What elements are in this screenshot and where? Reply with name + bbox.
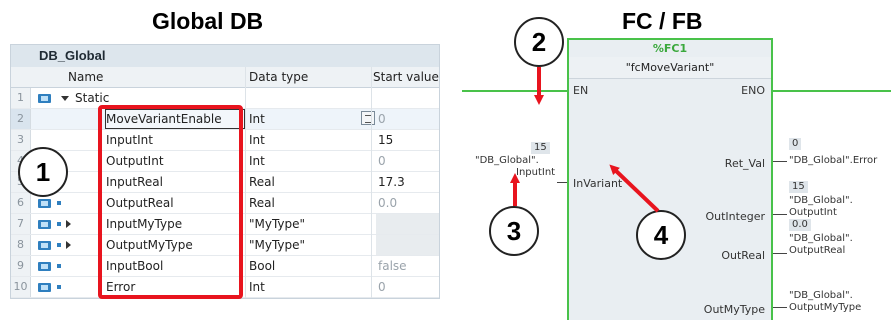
member-marker-icon <box>57 264 61 268</box>
db-table-header: Name Data type Start value <box>11 67 439 88</box>
row-number: 1 <box>11 88 31 108</box>
retval-monitor-value: 0 <box>789 138 802 150</box>
expand-icon[interactable] <box>66 220 71 228</box>
outinteger-monitor-value: 15 <box>789 181 808 193</box>
outinteger-wire <box>773 214 787 215</box>
input-monitor-value: 15 <box>531 142 550 154</box>
invariant-pin[interactable]: InVariant <box>573 177 622 190</box>
db-title: DB_Global <box>11 45 439 67</box>
block-name: "fcMoveVariant" <box>569 57 771 79</box>
callout-2: 2 <box>514 17 564 67</box>
member-type[interactable]: "MyType" <box>249 217 305 231</box>
row-number: 8 <box>11 235 31 255</box>
input-operand-member[interactable]: InputInt <box>516 167 555 178</box>
member-start-value[interactable]: 0 <box>378 280 386 294</box>
db-member-icon <box>38 94 51 103</box>
db-member-icon <box>38 220 51 229</box>
row-number: 2 <box>11 109 31 129</box>
outmytype-wire <box>773 307 787 308</box>
row-number: 6 <box>11 193 31 213</box>
member-start-value[interactable]: 0 <box>378 154 386 168</box>
member-marker-icon <box>57 285 61 289</box>
member-start-value[interactable]: 17.3 <box>378 175 405 189</box>
names-highlight-box <box>98 105 243 299</box>
member-start-value[interactable]: false <box>378 259 407 273</box>
member-type[interactable]: Bool <box>249 259 275 273</box>
outreal-operand-db[interactable]: "DB_Global". <box>789 233 853 244</box>
retval-pin[interactable]: Ret_Val <box>725 157 765 170</box>
input-wire <box>557 182 567 183</box>
db-member-icon <box>38 199 51 208</box>
member-marker-icon <box>57 201 61 205</box>
col-startvalue-header[interactable]: Start value <box>373 70 439 84</box>
row-number: 7 <box>11 214 31 234</box>
member-type[interactable]: Int <box>249 133 265 147</box>
row-number: 9 <box>11 256 31 276</box>
section-label: Static <box>75 91 110 105</box>
outmytype-pin[interactable]: OutMyType <box>704 303 765 316</box>
power-rail-left <box>462 90 567 92</box>
retval-wire <box>773 161 787 162</box>
empty-value-cell <box>376 214 439 234</box>
outreal-monitor-value: 0.0 <box>789 219 811 231</box>
member-type[interactable]: Real <box>249 196 275 210</box>
callout-1: 1 <box>18 147 68 197</box>
empty-value-cell <box>376 235 439 255</box>
column-divider[interactable] <box>371 67 372 298</box>
function-block[interactable]: %FC1 "fcMoveVariant" EN ENO InVariant Re… <box>567 38 773 320</box>
collapse-icon[interactable] <box>61 96 69 101</box>
member-type[interactable]: Int <box>249 112 265 126</box>
row-number: 3 <box>11 130 31 150</box>
col-datatype-header[interactable]: Data type <box>249 70 308 84</box>
db-member-icon <box>38 262 51 271</box>
outreal-pin[interactable]: OutReal <box>721 249 765 262</box>
member-type[interactable]: Int <box>249 154 265 168</box>
outmytype-operand-member[interactable]: OutputMyType <box>789 302 861 313</box>
block-number: %FC1 <box>652 42 688 55</box>
member-type[interactable]: Real <box>249 175 275 189</box>
type-list-icon[interactable] <box>361 111 375 125</box>
member-start-value[interactable]: 0.0 <box>378 196 397 210</box>
member-type[interactable]: "MyType" <box>249 238 305 252</box>
en-pin[interactable]: EN <box>573 84 588 97</box>
col-name-header[interactable]: Name <box>68 70 103 84</box>
outreal-operand-member[interactable]: OutputReal <box>789 245 845 256</box>
callout-3: 3 <box>489 206 539 256</box>
expand-icon[interactable] <box>66 241 71 249</box>
member-marker-icon <box>57 222 61 226</box>
fc-fb-heading: FC / FB <box>622 8 703 34</box>
global-db-heading: Global DB <box>152 8 264 34</box>
db-member-icon <box>38 241 51 250</box>
outinteger-operand-member[interactable]: OutputInt <box>789 207 837 218</box>
member-marker-icon <box>57 243 61 247</box>
member-type[interactable]: Int <box>249 280 265 294</box>
eno-pin[interactable]: ENO <box>741 84 765 97</box>
retval-operand[interactable]: "DB_Global".Error <box>789 155 877 166</box>
outreal-wire <box>773 253 787 254</box>
input-operand-db[interactable]: "DB_Global". <box>475 155 539 166</box>
member-start-value[interactable]: 0 <box>378 112 386 126</box>
outmytype-operand-db[interactable]: "DB_Global". <box>789 290 853 301</box>
db-member-icon <box>38 283 51 292</box>
outinteger-operand-db[interactable]: "DB_Global". <box>789 195 853 206</box>
row-number: 10 <box>11 277 31 297</box>
callout-4: 4 <box>636 210 686 260</box>
outinteger-pin[interactable]: OutInteger <box>705 210 765 223</box>
member-start-value[interactable]: 15 <box>378 133 393 147</box>
column-divider[interactable] <box>245 67 246 298</box>
eno-output-line <box>773 90 891 92</box>
